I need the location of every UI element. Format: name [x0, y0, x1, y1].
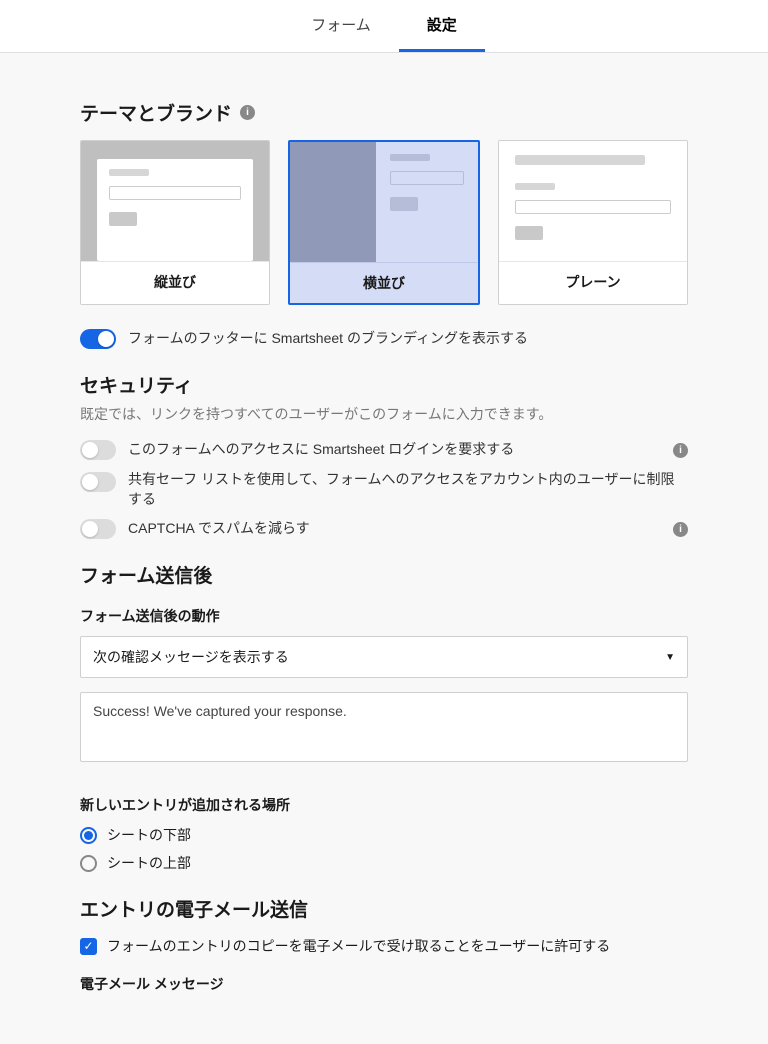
theme-label-vertical: 縦並び: [81, 261, 269, 302]
require-login-toggle[interactable]: [80, 440, 116, 460]
info-icon[interactable]: i: [240, 105, 255, 120]
footer-branding-toggle[interactable]: [80, 329, 116, 349]
theme-label-horizontal: 横並び: [290, 262, 478, 303]
security-description: 既定では、リンクを持つすべてのユーザーがこのフォームに入力できます。: [80, 404, 688, 424]
info-icon[interactable]: i: [673, 522, 688, 537]
email-heading-text: エントリの電子メール送信: [80, 895, 308, 922]
new-entry-label: 新しいエントリが追加される場所: [80, 795, 688, 815]
allow-copy-checkbox[interactable]: ✓: [80, 938, 97, 955]
theme-heading-text: テーマとブランド: [80, 99, 232, 126]
settings-content: テーマとブランド i 縦並び: [24, 53, 744, 1044]
radio-bottom[interactable]: [80, 827, 97, 844]
captcha-row: CAPTCHA でスパムを減らす i: [80, 519, 688, 539]
security-heading-text: セキュリティ: [80, 371, 193, 398]
theme-card-vertical[interactable]: 縦並び: [80, 140, 270, 305]
theme-preview-vertical: [81, 141, 269, 261]
radio-top-row[interactable]: シートの上部: [80, 853, 688, 873]
success-message-textarea[interactable]: [80, 692, 688, 762]
require-login-row: このフォームへのアクセスに Smartsheet ログインを要求する i: [80, 440, 688, 460]
theme-preview-plain: [499, 141, 687, 261]
allow-copy-row[interactable]: ✓ フォームのエントリのコピーを電子メールで受け取ることをユーザーに許可する: [80, 936, 688, 956]
tab-settings[interactable]: 設定: [399, 0, 485, 52]
theme-preview-horizontal: [290, 142, 478, 262]
allow-copy-label: フォームのエントリのコピーを電子メールで受け取ることをユーザーに許可する: [107, 936, 610, 956]
theme-heading: テーマとブランド i: [80, 99, 688, 126]
footer-branding-label: フォームのフッターに Smartsheet のブランディングを表示する: [128, 329, 688, 349]
security-heading: セキュリティ: [80, 371, 688, 398]
safe-list-toggle[interactable]: [80, 472, 116, 492]
radio-bottom-label: シートの下部: [107, 825, 191, 845]
behavior-label: フォーム送信後の動作: [80, 606, 688, 626]
info-icon[interactable]: i: [673, 443, 688, 458]
after-submit-heading-text: フォーム送信後: [80, 561, 212, 588]
radio-bottom-row[interactable]: シートの下部: [80, 825, 688, 845]
theme-card-horizontal[interactable]: 横並び: [288, 140, 480, 305]
chevron-down-icon: ▼: [665, 652, 675, 663]
require-login-label: このフォームへのアクセスに Smartsheet ログインを要求する: [128, 440, 661, 460]
tab-bar: フォーム 設定: [0, 0, 768, 53]
safe-list-label: 共有セーフ リストを使用して、フォームへのアクセスをアカウント内のユーザーに制限…: [128, 470, 688, 509]
captcha-label: CAPTCHA でスパムを減らす: [128, 519, 661, 539]
captcha-toggle[interactable]: [80, 519, 116, 539]
radio-top[interactable]: [80, 855, 97, 872]
after-submit-heading: フォーム送信後: [80, 561, 688, 588]
behavior-select[interactable]: 次の確認メッセージを表示する ▼: [80, 636, 688, 678]
behavior-selected-value: 次の確認メッセージを表示する: [93, 647, 289, 667]
tab-form[interactable]: フォーム: [283, 0, 399, 52]
footer-branding-row: フォームのフッターに Smartsheet のブランディングを表示する: [80, 329, 688, 349]
theme-options: 縦並び 横並び プレーン: [80, 140, 688, 305]
email-heading: エントリの電子メール送信: [80, 895, 688, 922]
theme-card-plain[interactable]: プレーン: [498, 140, 688, 305]
radio-top-label: シートの上部: [107, 853, 191, 873]
theme-label-plain: プレーン: [499, 261, 687, 302]
email-message-label: 電子メール メッセージ: [80, 974, 688, 994]
safe-list-row: 共有セーフ リストを使用して、フォームへのアクセスをアカウント内のユーザーに制限…: [80, 470, 688, 509]
